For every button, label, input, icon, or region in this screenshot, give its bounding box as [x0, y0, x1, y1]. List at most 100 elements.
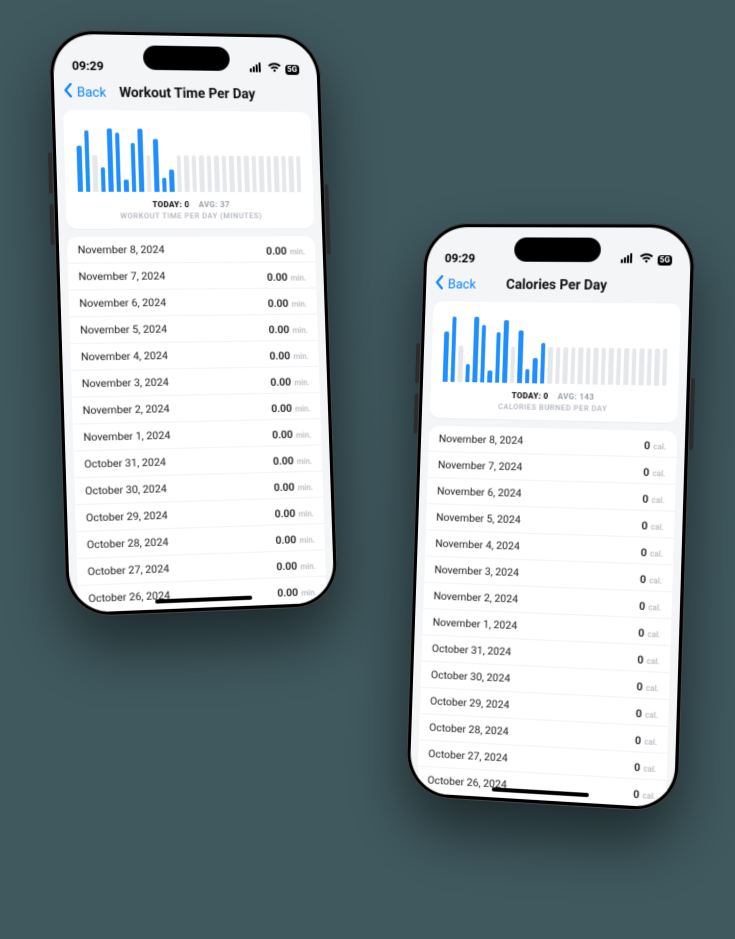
row-value: 0.00min.: [266, 239, 306, 258]
chart-bar: [662, 348, 668, 385]
row-date: November 1, 2024: [83, 429, 170, 444]
row-date: November 3, 2024: [82, 375, 169, 390]
chart-bar: [457, 345, 463, 382]
chart-bar: [137, 129, 144, 192]
row-date: October 29, 2024: [430, 694, 510, 711]
side-button-icon: [689, 378, 695, 450]
chart-bar: [585, 347, 591, 384]
row-value: 0.00min.: [275, 527, 315, 548]
data-list[interactable]: November 8, 2024 0cal. November 7, 2024 0ca…: [417, 426, 677, 808]
chart-bar: [162, 178, 167, 192]
chart-bar: [92, 155, 98, 192]
row-value: 0cal.: [643, 460, 666, 480]
row-date: November 4, 2024: [81, 349, 168, 364]
table-row[interactable]: November 6, 20240.00min.: [69, 288, 318, 317]
chart-bar: [236, 155, 242, 192]
side-button-icon: [325, 184, 331, 254]
chart-bar: [176, 155, 182, 192]
chart-bar: [600, 347, 606, 384]
chart-bar: [76, 146, 82, 192]
row-date: November 3, 2024: [434, 563, 519, 579]
chart-bar: [184, 155, 190, 192]
row-date: November 8, 2024: [77, 243, 164, 257]
row-value: 0.00min.: [272, 422, 312, 442]
chart-bar: [221, 155, 227, 192]
bar-chart: [441, 311, 671, 385]
row-date: November 5, 2024: [436, 510, 521, 526]
row-value: 0.00min.: [268, 318, 308, 338]
row-date: October 30, 2024: [85, 482, 167, 498]
chart-bar: [465, 364, 470, 382]
table-row[interactable]: November 7, 20240.00min.: [68, 262, 316, 290]
avg-value: 37: [220, 200, 230, 209]
row-date: October 25, 2024: [426, 800, 506, 808]
chart-bar: [450, 317, 457, 382]
row-value: 28.27min.: [272, 606, 318, 613]
volume-down-icon: [49, 204, 54, 245]
chart-bar: [517, 330, 523, 383]
row-value: 0cal.: [635, 728, 658, 749]
row-date: October 28, 2024: [87, 535, 169, 551]
chart-bar: [638, 348, 644, 385]
row-value: 0cal.: [640, 541, 663, 561]
chart-bar: [495, 332, 501, 383]
row-date: November 6, 2024: [79, 296, 166, 310]
today-label: TODAY:: [511, 391, 541, 401]
table-row[interactable]: November 8, 2024 0.00min.: [67, 236, 315, 263]
chart-bar: [259, 155, 265, 192]
avg-label: AVG:: [557, 392, 577, 402]
chart-bar: [525, 369, 530, 383]
today-value: 0: [543, 392, 548, 401]
row-date: November 4, 2024: [435, 537, 520, 553]
nav-bar: Back Calories Per Day: [426, 267, 691, 304]
chart-bar: [615, 348, 621, 385]
chart-bar: [100, 167, 105, 192]
table-row[interactable]: November 5, 20240.00min.: [69, 315, 318, 345]
chart-bar: [608, 347, 614, 384]
back-button[interactable]: Back: [62, 83, 106, 102]
network-badge: 5G: [285, 64, 299, 74]
chart-bar: [229, 155, 235, 192]
row-value: 0cal.: [640, 567, 663, 587]
row-value: 0cal.: [636, 675, 659, 696]
row-date: November 7, 2024: [78, 269, 165, 283]
back-button[interactable]: Back: [434, 275, 477, 293]
chart-card: TODAY: 0 AVG: 143 CALORIES BURNED PER DA…: [430, 301, 681, 423]
chart-bar: [532, 358, 537, 383]
row-value: 0cal.: [644, 434, 667, 454]
today-label: TODAY:: [152, 200, 182, 209]
row-value: 0cal.: [638, 621, 661, 642]
chart-bar: [577, 347, 583, 384]
cellular-signal-icon: [249, 62, 263, 75]
chart-bar: [288, 156, 294, 193]
cellular-signal-icon: [621, 253, 636, 266]
chart-bar: [191, 155, 197, 192]
volume-up-icon: [415, 343, 420, 383]
wifi-icon: [639, 253, 654, 266]
row-value: 0cal.: [637, 648, 660, 669]
chart-bar: [199, 155, 205, 192]
chart-bar: [251, 155, 257, 192]
row-value: 0cal.: [641, 514, 664, 534]
row-date: November 1, 2024: [432, 615, 517, 632]
row-value: 0.00min.: [270, 370, 310, 390]
row-value: 0cal.: [642, 487, 665, 507]
chart-caption: CALORIES BURNED PER DAY: [440, 401, 668, 415]
chart-bar: [169, 170, 174, 192]
back-label: Back: [77, 85, 107, 101]
chart-bar: [206, 155, 212, 192]
chart-bar: [244, 155, 250, 192]
row-date: October 27, 2024: [428, 747, 508, 765]
chart-card: TODAY: 0 AVG: 37 WORKOUT TIME PER DAY (M…: [63, 110, 314, 229]
row-value: 0.00min.: [273, 475, 313, 495]
table-row[interactable]: November 4, 20240.00min.: [70, 341, 319, 371]
row-date: November 2, 2024: [82, 402, 169, 417]
row-date: October 29, 2024: [86, 509, 168, 525]
chart-bar: [153, 139, 159, 192]
volume-down-icon: [413, 393, 418, 433]
chart-bar: [631, 348, 637, 385]
row-date: November 7, 2024: [438, 458, 523, 473]
data-list[interactable]: November 8, 2024 0.00min. November 7, 2024…: [67, 236, 327, 613]
row-date: November 8, 2024: [439, 432, 524, 447]
chart-bar: [487, 370, 492, 382]
